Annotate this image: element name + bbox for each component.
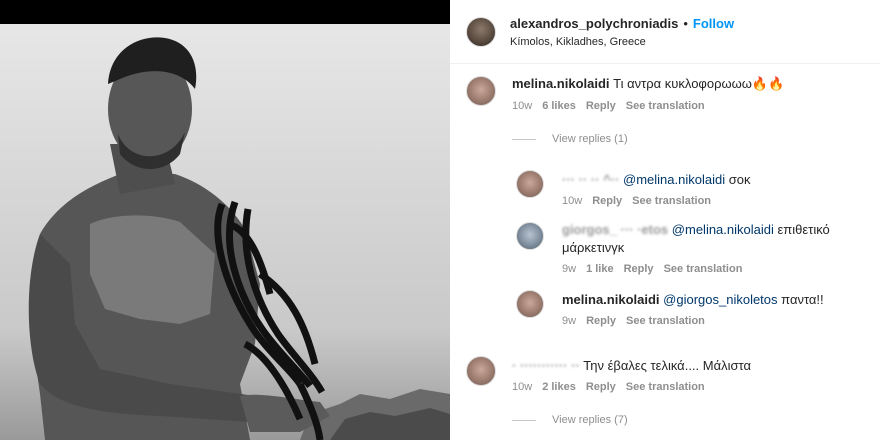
replier-avatar[interactable]	[516, 290, 544, 318]
man-holding-rope-photo	[28, 37, 450, 440]
mention-link[interactable]: @giorgos_nikoletos	[663, 292, 777, 307]
reply-button[interactable]: Reply	[586, 381, 616, 393]
replier-avatar[interactable]	[516, 222, 544, 250]
see-translation-button[interactable]: See translation	[626, 315, 705, 327]
comment-text: παντα!!	[781, 292, 824, 307]
obscured-username[interactable]: giorgos_ ··· ·etos	[562, 222, 668, 237]
author-username[interactable]: alexandros_polychroniadis	[510, 16, 678, 31]
post-image[interactable]	[0, 0, 450, 440]
reply-button[interactable]: Reply	[592, 195, 622, 207]
view-replies-button[interactable]: View replies (7)	[512, 414, 628, 426]
reply-button[interactable]: Reply	[624, 263, 654, 275]
comment-text: Τι αντρα κυκλοφορωωω🔥🔥	[613, 76, 785, 91]
image-top-bar	[0, 0, 450, 24]
obscured-username[interactable]: · ··········· ··	[512, 358, 580, 373]
reply-button[interactable]: Reply	[586, 315, 616, 327]
comment-likes[interactable]: 2 likes	[542, 381, 576, 393]
commenter-avatar[interactable]	[466, 356, 496, 386]
see-translation-button[interactable]: See translation	[664, 263, 743, 275]
view-replies-button[interactable]: View replies (1)	[512, 133, 628, 145]
view-replies-label: View replies (7)	[552, 414, 628, 426]
author-avatar[interactable]	[466, 17, 496, 47]
comment-likes[interactable]: 1 like	[586, 263, 614, 275]
comment-username[interactable]: melina.nikolaidi	[512, 76, 610, 91]
comment-meta: 10w 2 likes Reply See translation	[512, 381, 715, 393]
comment-time[interactable]: 10w	[512, 100, 532, 112]
comment-time[interactable]: 10w	[562, 195, 582, 207]
mention-link[interactable]: @melina.nikolaidi	[672, 222, 774, 237]
obscured-username[interactable]: ··· ·· ·· ^··	[562, 172, 619, 187]
comment-text: σοκ	[728, 172, 751, 187]
comment-meta: 9w Reply See translation	[562, 315, 715, 327]
post-header: alexandros_polychroniadis • Follow Kímolos…	[450, 0, 880, 64]
commenter-avatar[interactable]	[466, 76, 496, 106]
divider-line	[512, 138, 536, 140]
mention-link[interactable]: @melina.nikolaidi	[623, 172, 725, 187]
divider-line	[512, 419, 536, 421]
see-translation-button[interactable]: See translation	[626, 100, 705, 112]
separator-dot: •	[683, 16, 688, 31]
comment-time[interactable]: 9w	[562, 263, 576, 275]
comment-likes[interactable]: 6 likes	[542, 100, 576, 112]
comment-meta: 10w 6 likes Reply See translation	[512, 100, 715, 112]
comment-username[interactable]: melina.nikolaidi	[562, 292, 660, 307]
reply-button[interactable]: Reply	[586, 100, 616, 112]
comment-meta: 10w Reply See translation	[562, 195, 721, 207]
see-translation-button[interactable]: See translation	[632, 195, 711, 207]
comment-time[interactable]: 10w	[512, 381, 532, 393]
see-translation-button[interactable]: See translation	[626, 381, 705, 393]
comment-text: Την έβαλες τελικά.... Μάλιστα	[583, 358, 751, 373]
post-location[interactable]: Kímolos, Kikladhes, Greece	[510, 36, 646, 48]
comment-time[interactable]: 9w	[562, 315, 576, 327]
comment-meta: 9w 1 like Reply See translation	[562, 263, 752, 275]
view-replies-label: View replies (1)	[552, 133, 628, 145]
comments-panel: alexandros_polychroniadis • Follow Kímolos…	[450, 0, 880, 440]
comment-text-line2: μάρκετινγκ	[562, 240, 625, 255]
comment-text: επιθετικό	[777, 222, 830, 237]
follow-button[interactable]: Follow	[693, 16, 734, 31]
replier-avatar[interactable]	[516, 170, 544, 198]
